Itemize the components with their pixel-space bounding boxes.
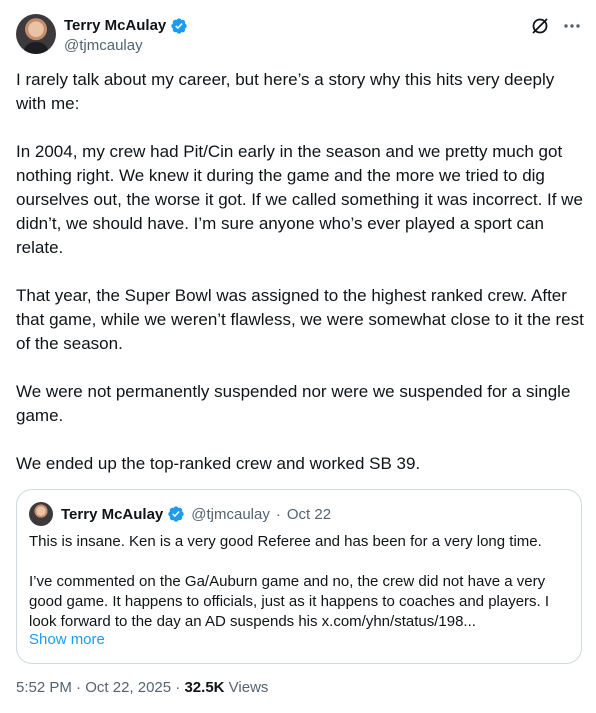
- quoted-author-name: Terry McAulay: [61, 505, 164, 523]
- post-paragraph: I rarely talk about my career, but here’…: [16, 70, 555, 113]
- header-actions: [530, 16, 582, 36]
- quoted-line: I’ve commented on the Ga/Auburn game and…: [29, 573, 550, 630]
- post-date[interactable]: Oct 22, 2025: [85, 679, 171, 696]
- quoted-post-header: Terry McAulay @tjmcaulay · Oct 22: [29, 502, 331, 526]
- verified-badge-icon: [168, 506, 184, 522]
- quoted-author-handle: @tjmcaulay: [191, 505, 270, 523]
- author-handle[interactable]: @tjmcaulay: [64, 36, 188, 56]
- show-more-link[interactable]: Show more: [29, 630, 105, 650]
- post-paragraph: We were not permanently suspended nor we…: [16, 382, 571, 425]
- footer-separator: ·: [76, 679, 82, 696]
- avatar[interactable]: [16, 14, 56, 54]
- post-paragraph: We ended up the top-ranked crew and work…: [16, 454, 421, 473]
- quoted-post-text: This is insane. Ken is a very good Refer…: [29, 532, 569, 632]
- author-block: Terry McAulay @tjmcaulay: [64, 16, 188, 56]
- author-name-row: Terry McAulay: [64, 16, 188, 36]
- quoted-date: Oct 22: [286, 505, 332, 523]
- quoted-line: This is insane. Ken is a very good Refer…: [29, 533, 542, 550]
- post-paragraph: In 2004, my crew had Pit/Cin early in th…: [16, 142, 583, 257]
- views-count: 32.5K: [184, 679, 225, 696]
- more-icon[interactable]: [562, 16, 582, 36]
- post-time[interactable]: 5:52 PM: [16, 679, 72, 696]
- views-label: Views: [228, 679, 269, 696]
- quoted-avatar: [29, 502, 53, 526]
- post-footer: 5:52 PM · Oct 22, 2025 · 32.5K Views: [16, 678, 268, 698]
- author-name[interactable]: Terry McAulay: [64, 16, 166, 36]
- quoted-post[interactable]: Terry McAulay @tjmcaulay · Oct 22 This i…: [16, 489, 582, 664]
- post-header: Terry McAulay @tjmcaulay: [16, 14, 582, 56]
- post-text: I rarely talk about my career, but here’…: [16, 68, 586, 500]
- post-paragraph: That year, the Super Bowl was assigned t…: [16, 286, 584, 353]
- footer-separator: ·: [175, 679, 181, 696]
- quoted-separator: ·: [275, 505, 281, 523]
- grok-icon[interactable]: [530, 16, 550, 36]
- verified-badge-icon: [171, 18, 187, 34]
